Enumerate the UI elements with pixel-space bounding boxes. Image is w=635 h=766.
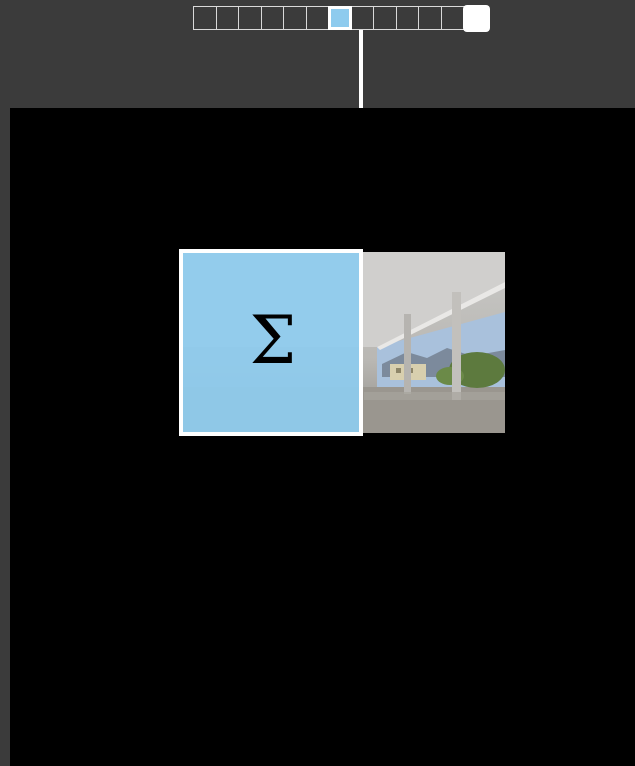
- step-cell: [215, 6, 240, 30]
- summation-icon: Σ: [249, 301, 297, 379]
- diagram-stage: Σ: [0, 0, 635, 766]
- step-cell: [283, 6, 307, 30]
- step-end-marker: [463, 5, 490, 32]
- step-cell: [373, 6, 397, 30]
- step-cell-active: [328, 6, 352, 30]
- step-cell: [418, 6, 442, 30]
- step-cell: [305, 6, 330, 30]
- step-cell: [350, 6, 375, 30]
- step-cell: [193, 6, 217, 30]
- step-cell: [260, 6, 285, 30]
- step-cell: [238, 6, 262, 30]
- step-cell: [440, 6, 465, 30]
- step-strip: [193, 5, 490, 32]
- step-cell: [395, 6, 420, 30]
- sum-operator-box: Σ: [179, 249, 363, 436]
- black-canvas: [10, 108, 635, 766]
